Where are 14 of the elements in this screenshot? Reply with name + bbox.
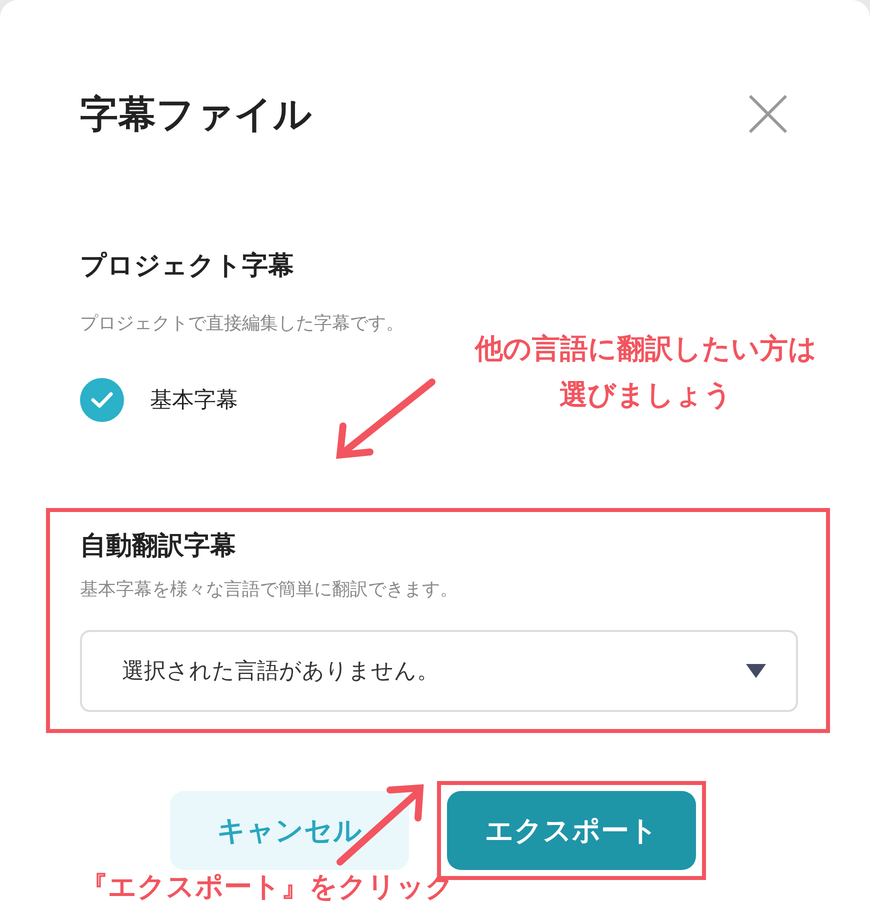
- close-icon[interactable]: [748, 94, 788, 134]
- check-icon: [91, 391, 113, 409]
- cancel-button[interactable]: キャンセル: [170, 791, 409, 870]
- checkbox[interactable]: [80, 378, 124, 422]
- section-heading: 自動翻訳字幕: [80, 532, 237, 560]
- section-heading: プロジェクト字幕: [80, 250, 295, 282]
- caret-icon: [746, 664, 766, 678]
- section-description: プロジェクトで直接編集した字幕です。: [80, 312, 405, 336]
- section-description: 基本字幕を様々な言語で簡単に翻訳できます。: [80, 578, 459, 602]
- export-button[interactable]: エクスポート: [447, 791, 696, 870]
- annotation-text: 他の言語に翻訳したい方は 選びましょう: [473, 331, 818, 413]
- language-dropdown[interactable]: 選択された言語がありません。: [80, 630, 798, 712]
- checkbox-label: 基本字幕: [150, 387, 238, 415]
- dialog-title: 字幕ファイル: [80, 91, 312, 138]
